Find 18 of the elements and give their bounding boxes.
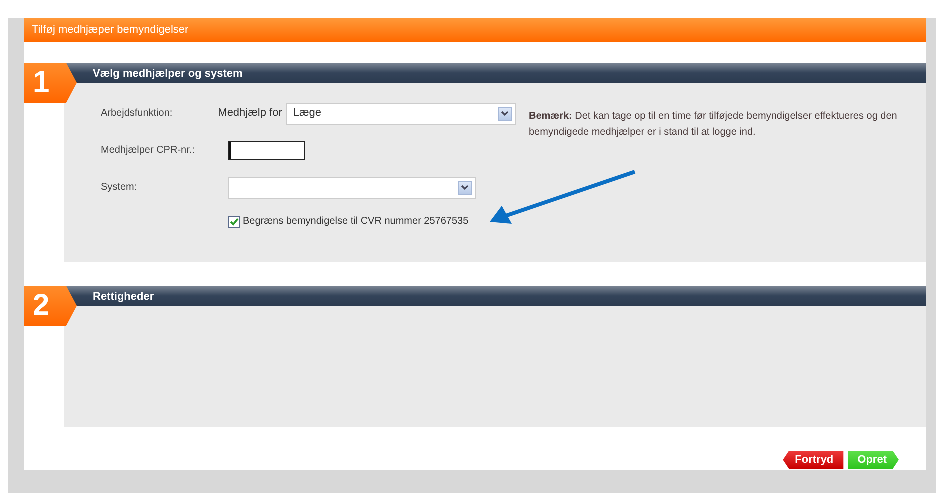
input-field[interactable] [228,141,305,160]
field-label: Arbejdsfunktion: [101,107,174,121]
step-number-badge: 2 [24,286,77,326]
cancel-button[interactable]: Fortryd [783,451,844,469]
caret-icon [498,106,512,120]
checkbox[interactable] [228,216,240,228]
caret-icon [458,180,472,194]
field-prefix-label: Medhjælp for [218,106,282,122]
dialog-title: Tilføj medhjæper bemyndigelser [24,18,926,42]
field-label: Medhjælper CPR-nr.: [101,144,196,158]
checkbox-label: Begræns bemyndigelse til CVR nummer 25767535 [243,215,469,229]
step-number-badge: 1 [24,63,77,103]
section-header: Rettigheder [64,286,926,306]
field-label: System: [101,181,138,195]
note-text: Bemærk: Det kan tage op til en time før tilføjede bemyndigelser effektueres og den bemyndigede medhjælper er i stand til at logge ind. [529,110,898,140]
section-header: Vælg medhjælper og system [64,63,926,83]
dropdown-field[interactable]: Læge [286,102,516,124]
dropdown-field[interactable] [228,176,476,198]
